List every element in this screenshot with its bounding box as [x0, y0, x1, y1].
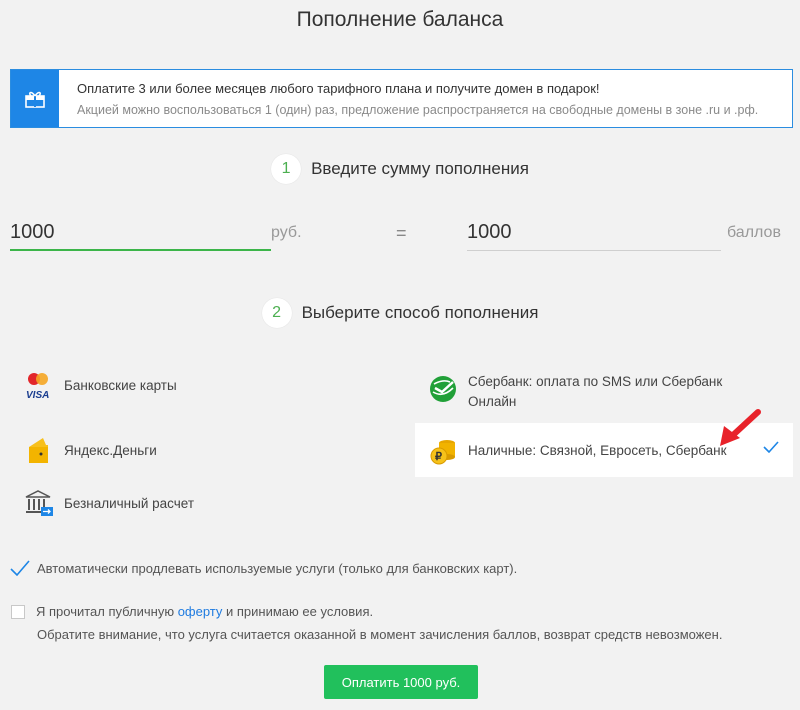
svg-text:₽: ₽	[435, 451, 442, 463]
method-yandex[interactable]: Яндекс.Деньги	[22, 433, 157, 467]
step-2-number: 2	[261, 298, 292, 328]
step-1-number: 1	[271, 154, 302, 184]
autorenew-row[interactable]: Автоматически продлевать используемые ус…	[10, 560, 518, 579]
sberbank-logo-icon	[426, 372, 460, 406]
amount-input[interactable]: 1000	[10, 216, 271, 251]
method-cash-label: Наличные: Связной, Евросеть, Сбербанк	[468, 442, 727, 458]
agree-row[interactable]: Я прочитал публичную оферту и принимаю е…	[11, 604, 373, 619]
pay-button[interactable]: Оплатить 1000 руб.	[324, 665, 478, 699]
checkmark-icon[interactable]	[10, 560, 30, 579]
step-1-label: Введите сумму пополнения	[311, 159, 529, 178]
yandex-wallet-icon	[22, 433, 56, 467]
amount-unit: руб.	[271, 224, 302, 241]
step-2: 2 Выберите способ пополнения	[0, 298, 800, 328]
refund-note: Обратите внимание, что услуга считается …	[37, 627, 723, 642]
gift-icon	[11, 70, 59, 127]
method-bank-transfer[interactable]: Безналичный расчет	[22, 486, 194, 520]
method-bank-transfer-label: Безналичный расчет	[64, 495, 195, 511]
autorenew-label: Автоматически продлевать используемые ус…	[37, 561, 518, 576]
svg-text:VISA: VISA	[26, 390, 49, 401]
points-input[interactable]: 1000	[467, 216, 721, 251]
agree-label: Я прочитал публичную оферту и принимаю е…	[36, 604, 373, 619]
step-1: 1 Введите сумму пополнения	[0, 154, 800, 184]
page-title: Пополнение баланса	[296, 8, 504, 31]
selected-checkmark-icon	[763, 441, 779, 456]
promo-banner: Оплатите 3 или более месяцев любого тари…	[10, 69, 793, 128]
agree-text-before: Я прочитал публичную	[36, 604, 178, 619]
equals-sign: =	[396, 223, 407, 243]
method-sberbank-sms[interactable]: Сбербанк: оплата по SMS или Сбербанк Онл…	[426, 372, 758, 412]
method-bank-cards-label: Банковские карты	[64, 377, 177, 393]
promo-title: Оплатите 3 или более месяцев любого тари…	[77, 81, 600, 96]
points-unit: баллов	[727, 224, 781, 241]
method-bank-cards[interactable]: VISA Банковские карты	[22, 368, 177, 402]
step-2-label: Выберите способ пополнения	[301, 303, 539, 322]
promo-subtitle: Акцией можно воспользоваться 1 (один) ра…	[77, 103, 759, 117]
card-visa-mastercard-icon: VISA	[22, 368, 56, 402]
method-sberbank-sms-label: Сбербанк: оплата по SMS или Сбербанк Онл…	[468, 374, 723, 409]
method-yandex-label: Яндекс.Деньги	[64, 442, 157, 458]
agree-checkbox[interactable]	[11, 605, 25, 619]
bank-building-icon	[22, 486, 56, 520]
offer-link[interactable]: оферту	[178, 604, 223, 619]
coins-ruble-icon: ₽	[426, 433, 460, 467]
red-arrow-icon	[712, 408, 762, 453]
agree-text-after: и принимаю ее условия.	[222, 604, 374, 619]
